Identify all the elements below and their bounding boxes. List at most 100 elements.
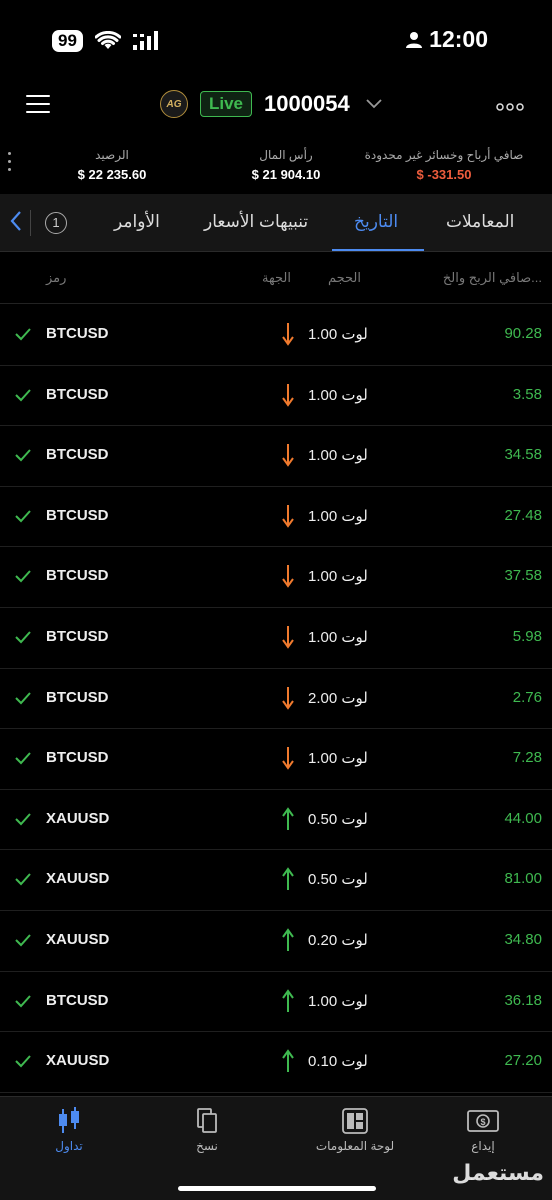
row-pnl: 2.76 [512, 688, 542, 706]
checkmark-icon [15, 873, 31, 886]
tab-price-alerts[interactable]: تنبيهات الأسعار [204, 194, 308, 252]
row-volume: 1.00 لوت [308, 447, 368, 465]
table-row[interactable]: XAUUSD 0.50 لوت 81.00 [0, 850, 552, 911]
row-symbol: BTCUSD [46, 688, 109, 706]
row-symbol: BTCUSD [46, 749, 109, 767]
row-pnl: 7.28 [512, 749, 542, 767]
row-symbol: BTCUSD [46, 325, 109, 342]
hamburger-menu-icon[interactable] [26, 95, 52, 115]
more-options-icon[interactable] [496, 95, 524, 116]
table-row[interactable]: BTCUSD 2.00 لوت 2.76 [0, 669, 552, 730]
row-symbol: BTCUSD [46, 446, 109, 464]
table-row[interactable]: BTCUSD 1.00 لوت 7.28 [0, 729, 552, 790]
nav-dashboard[interactable]: لوحة المعلومات [290, 1107, 420, 1153]
nav-copy[interactable]: نسخ [152, 1107, 262, 1153]
row-volume: 1.00 لوت [308, 326, 368, 343]
pnl-value: $ -331.50 [416, 167, 472, 182]
table-row[interactable]: XAUUSD 0.20 لوت 34.80 [0, 911, 552, 972]
balance-summary: الرصيد $ 22 235.60 [62, 148, 162, 182]
checkmark-icon [15, 752, 31, 765]
status-bar: 99 12:00 [0, 0, 552, 80]
arrow-up-icon [282, 988, 294, 1012]
candlestick-icon [59, 1107, 79, 1133]
row-pnl: 37.58 [504, 567, 542, 585]
checkmark-icon [15, 449, 31, 462]
row-volume: 0.10 لوت [308, 1053, 368, 1071]
tab-orders[interactable]: الأوامر [114, 194, 160, 252]
arrow-up-icon [282, 928, 294, 951]
table-row[interactable]: BTCUSD 1.00 لوت 5.98 [0, 608, 552, 669]
nav-trade-label: تداول [55, 1139, 83, 1153]
table-row[interactable]: BTCUSD 1.00 لوت 27.48 [0, 487, 552, 548]
watermark-logo: مستعمل [452, 1160, 544, 1185]
arrow-down-icon [282, 747, 294, 770]
row-pnl: 27.48 [504, 506, 542, 524]
battery-indicator: 99 [52, 30, 83, 52]
nav-copy-label: نسخ [196, 1139, 218, 1153]
person-icon [406, 31, 423, 48]
checkmark-icon [15, 631, 31, 644]
column-direction: الجهة [262, 270, 291, 285]
row-symbol: BTCUSD [46, 991, 109, 1009]
nav-deposit[interactable]: $ إيداع [428, 1107, 538, 1153]
checkmark-icon [15, 388, 31, 402]
cellular-signal-icon [132, 31, 158, 50]
table-row[interactable]: XAUUSD 0.50 لوت 44.00 [0, 790, 552, 851]
balance-label: الرصيد [95, 148, 129, 162]
table-row[interactable]: BTCUSD 1.00 لوت 34.58 [0, 426, 552, 487]
tab-history[interactable]: التاريخ [354, 194, 398, 252]
app-header: AG Live 1000054 [0, 80, 552, 134]
row-volume: 0.20 لوت [308, 931, 368, 949]
dashboard-icon [342, 1108, 368, 1134]
arrow-up-icon [282, 867, 294, 891]
arrow-up-icon [282, 807, 294, 830]
broker-logo: AG [160, 90, 188, 118]
tab-deals[interactable]: المعاملات [446, 194, 514, 252]
row-symbol: BTCUSD [46, 627, 109, 645]
table-row[interactable]: BTCUSD 1.00 لوت 36.18 [0, 972, 552, 1033]
pnl-label: صافي أرباح وخسائر غير محدودة [364, 148, 524, 162]
chevron-left-icon[interactable] [10, 208, 22, 239]
row-symbol: XAUUSD [46, 1052, 110, 1070]
history-list: BTCUSD 1.00 لوت 90.28 BTCUSD 1.00 لوت 3.58 BTC… [0, 305, 552, 1093]
wifi-icon [94, 31, 121, 49]
checkmark-icon [15, 570, 31, 583]
row-volume: 2.00 لوت [308, 689, 368, 707]
tab-bar: 1 الأوامر تنبيهات الأسعار التاريخ المعام… [0, 194, 552, 252]
arrow-down-icon [282, 383, 294, 407]
svg-text:$: $ [480, 1117, 485, 1127]
home-indicator [178, 1186, 376, 1191]
live-badge: Live [200, 91, 253, 117]
row-volume: 1.00 لوت [308, 750, 368, 768]
checkmark-icon [15, 328, 31, 341]
table-row[interactable]: BTCUSD 1.00 لوت 37.58 [0, 547, 552, 608]
account-number: 1000054 [264, 91, 350, 116]
arrow-down-icon [282, 686, 294, 710]
balance-value: $ 22 235.60 [77, 167, 147, 182]
checkmark-icon [15, 994, 31, 1007]
checkmark-icon [15, 1055, 31, 1068]
arrow-down-icon [282, 504, 294, 528]
row-symbol: BTCUSD [46, 506, 109, 524]
column-pnl: صافي الربح والخ... [442, 270, 542, 285]
table-row[interactable]: XAUUSD 0.10 لوت 27.20 [0, 1032, 552, 1093]
orders-count-badge: 1 [45, 212, 67, 234]
row-symbol: XAUUSD [46, 930, 110, 948]
account-selector[interactable]: AG Live 1000054 [160, 90, 382, 118]
nav-dashboard-label: لوحة المعلومات [315, 1139, 395, 1153]
row-pnl: 36.18 [504, 991, 542, 1009]
row-volume: 0.50 لوت [308, 810, 368, 828]
row-pnl: 44.00 [504, 809, 542, 827]
nav-trade[interactable]: تداول [14, 1107, 124, 1153]
arrow-down-icon [282, 323, 294, 346]
row-pnl: 34.80 [504, 930, 542, 948]
checkmark-icon [15, 934, 31, 947]
table-row[interactable]: BTCUSD 1.00 لوت 3.58 [0, 366, 552, 427]
nav-deposit-label: إيداع [471, 1139, 495, 1153]
summary-expand-icon[interactable] [8, 152, 12, 176]
row-volume: 0.50 لوت [308, 871, 368, 889]
status-left: 99 [52, 30, 161, 52]
column-symbol: رمز [46, 270, 67, 285]
table-row[interactable]: BTCUSD 1.00 لوت 90.28 [0, 305, 552, 366]
row-pnl: 3.58 [512, 385, 542, 403]
